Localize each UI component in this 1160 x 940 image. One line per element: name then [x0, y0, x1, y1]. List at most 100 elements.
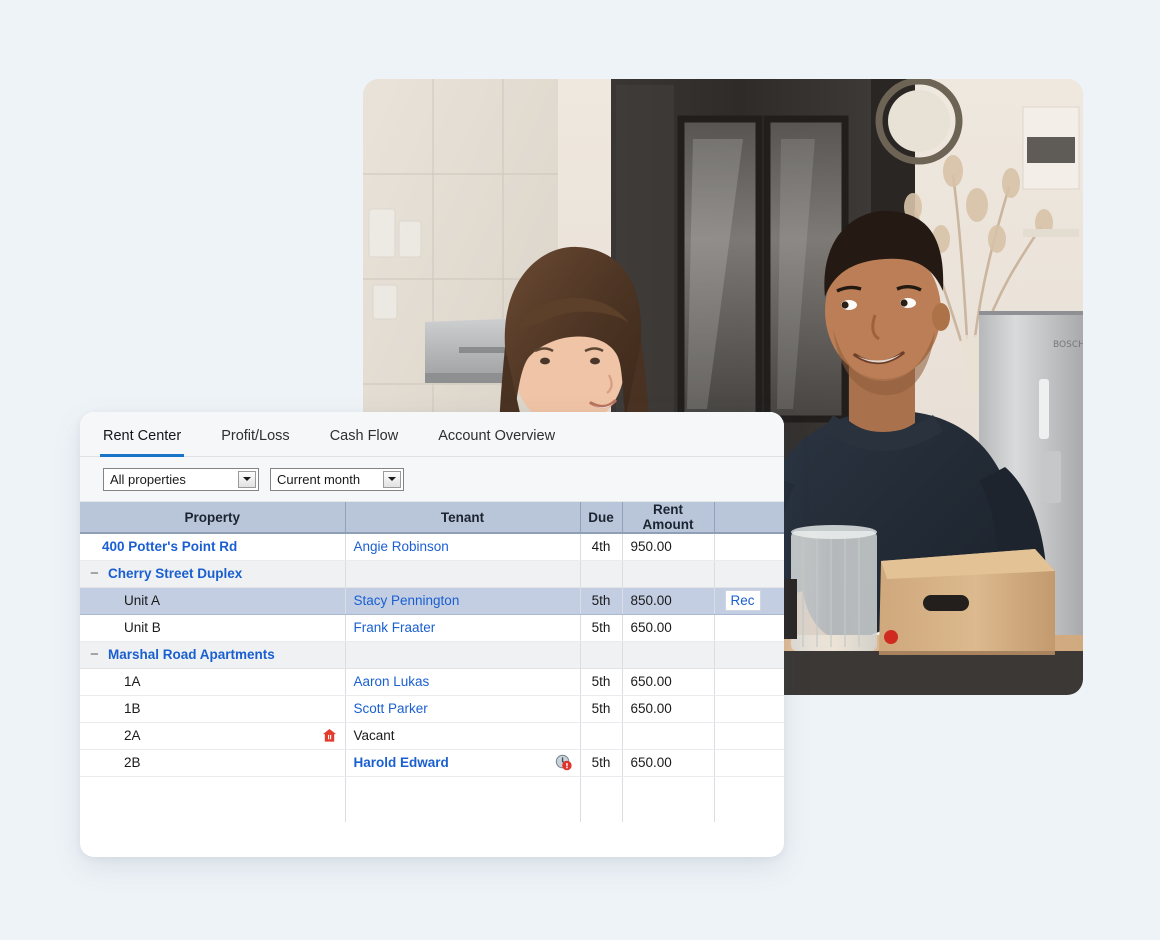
cell-rent-amount: 650.00	[622, 749, 714, 776]
property-label: Unit B	[124, 620, 161, 635]
table-row[interactable]: 1B Scott Parker 5th650.00	[80, 695, 784, 722]
property-label: 2B	[124, 755, 141, 770]
cell-tenant[interactable]: Aaron Lukas	[345, 668, 580, 695]
cell-due: 5th	[580, 749, 622, 776]
period-filter-value: Current month	[277, 472, 360, 487]
tab-account-overview[interactable]: Account Overview	[438, 412, 555, 456]
column-header-rent-amount[interactable]: Rent Amount	[622, 502, 714, 533]
rent-roll-table: Property Tenant Due Rent Amount 400 Pott…	[80, 502, 784, 822]
cell-due	[580, 641, 622, 668]
table-row[interactable]: 400 Potter's Point Rd Angie Robinson4th95…	[80, 533, 784, 560]
cell-actions[interactable]	[714, 533, 784, 560]
property-label: 1A	[124, 674, 141, 689]
table-row[interactable]: 1A Aaron Lukas 5th650.00	[80, 668, 784, 695]
cell-rent-amount	[622, 722, 714, 749]
cell-actions[interactable]	[714, 560, 784, 587]
cell-rent-amount: 650.00	[622, 614, 714, 641]
cell-actions[interactable]	[714, 722, 784, 749]
chevron-down-icon[interactable]	[383, 471, 401, 488]
cell-tenant[interactable]	[345, 641, 580, 668]
cell-tenant[interactable]: Stacy Pennington	[345, 587, 580, 614]
cell-rent-amount: 950.00	[622, 533, 714, 560]
table-header-row: Property Tenant Due Rent Amount	[80, 502, 784, 533]
cell-due	[580, 722, 622, 749]
page-canvas: BOSCH	[0, 0, 1160, 940]
tenant-label: Vacant	[354, 728, 395, 743]
rent-center-app-panel: Rent Center Profit/Loss Cash Flow Accoun…	[80, 412, 784, 857]
table-row[interactable]: 2B Harold Edward 5th650.00	[80, 749, 784, 776]
cell-due: 4th	[580, 533, 622, 560]
column-header-actions	[714, 502, 784, 533]
cell-property[interactable]: Unit A	[80, 587, 345, 614]
cell-property[interactable]: −Marshal Road Apartments	[80, 641, 345, 668]
cell-rent-amount	[622, 641, 714, 668]
property-label: 400 Potter's Point Rd	[102, 539, 237, 554]
cell-property[interactable]: 2B	[80, 749, 345, 776]
late-payment-clock-icon[interactable]	[555, 754, 572, 771]
tenant-label: Aaron Lukas	[354, 674, 430, 689]
cell-property[interactable]: 1B	[80, 695, 345, 722]
cell-rent-amount: 650.00	[622, 695, 714, 722]
cell-actions[interactable]	[714, 749, 784, 776]
tenant-label: Frank Fraater	[354, 620, 436, 635]
cell-actions[interactable]: Rec	[714, 587, 784, 614]
cell-rent-amount: 850.00	[622, 587, 714, 614]
collapse-toggle-icon[interactable]: −	[90, 647, 104, 662]
tab-rent-center[interactable]: Rent Center	[103, 412, 181, 456]
property-label: 1B	[124, 701, 141, 716]
cell-due: 5th	[580, 668, 622, 695]
cell-tenant[interactable]: Frank Fraater	[345, 614, 580, 641]
cell-actions[interactable]	[714, 614, 784, 641]
property-label: Unit A	[124, 593, 160, 608]
receive-payment-link[interactable]: Rec	[725, 590, 761, 611]
tab-cash-flow[interactable]: Cash Flow	[330, 412, 399, 456]
vacant-house-icon[interactable]	[322, 728, 337, 743]
cell-rent-amount: 650.00	[622, 668, 714, 695]
tenant-label: Stacy Pennington	[354, 593, 460, 608]
filler-cell	[714, 776, 784, 822]
cell-due: 5th	[580, 587, 622, 614]
cell-actions[interactable]	[714, 641, 784, 668]
filter-bar: All properties Current month	[80, 457, 784, 502]
column-header-property[interactable]: Property	[80, 502, 345, 533]
property-label: Cherry Street Duplex	[108, 566, 242, 581]
table-row-selected[interactable]: Unit A Stacy Pennington 5th850.00 Rec	[80, 587, 784, 614]
column-header-tenant[interactable]: Tenant	[345, 502, 580, 533]
cell-tenant[interactable]: Angie Robinson	[345, 533, 580, 560]
property-label: 2A	[124, 728, 141, 743]
cell-due: 5th	[580, 695, 622, 722]
tenant-label: Harold Edward	[354, 755, 449, 770]
filler-cell	[345, 776, 580, 822]
property-filter-select[interactable]: All properties	[103, 468, 259, 491]
table-row[interactable]: 2A Vacant	[80, 722, 784, 749]
tab-bar: Rent Center Profit/Loss Cash Flow Accoun…	[80, 412, 784, 457]
cell-due: 5th	[580, 614, 622, 641]
chevron-down-icon[interactable]	[238, 471, 256, 488]
property-filter-value: All properties	[110, 472, 186, 487]
svg-text:BOSCH: BOSCH	[1053, 340, 1083, 350]
period-filter-select[interactable]: Current month	[270, 468, 404, 491]
cell-property[interactable]: −Cherry Street Duplex	[80, 560, 345, 587]
column-header-due[interactable]: Due	[580, 502, 622, 533]
filler-cell	[622, 776, 714, 822]
table-body: 400 Potter's Point Rd Angie Robinson4th95…	[80, 533, 784, 822]
tenant-label: Scott Parker	[354, 701, 428, 716]
cell-property[interactable]: 2A	[80, 722, 345, 749]
cell-property[interactable]: Unit B	[80, 614, 345, 641]
tab-profit-loss[interactable]: Profit/Loss	[221, 412, 290, 456]
collapse-toggle-icon[interactable]: −	[90, 566, 104, 581]
cell-tenant[interactable]: Vacant	[345, 722, 580, 749]
cell-actions[interactable]	[714, 695, 784, 722]
property-group-row[interactable]: −Cherry Street Duplex	[80, 560, 784, 587]
cell-due	[580, 560, 622, 587]
property-label: Marshal Road Apartments	[108, 647, 275, 662]
cell-tenant[interactable]: Harold Edward	[345, 749, 580, 776]
cell-property[interactable]: 400 Potter's Point Rd	[80, 533, 345, 560]
property-group-row[interactable]: −Marshal Road Apartments	[80, 641, 784, 668]
table-row[interactable]: Unit B Frank Fraater 5th650.00	[80, 614, 784, 641]
table-filler-row	[80, 776, 784, 822]
cell-tenant[interactable]	[345, 560, 580, 587]
cell-tenant[interactable]: Scott Parker	[345, 695, 580, 722]
cell-actions[interactable]	[714, 668, 784, 695]
cell-property[interactable]: 1A	[80, 668, 345, 695]
